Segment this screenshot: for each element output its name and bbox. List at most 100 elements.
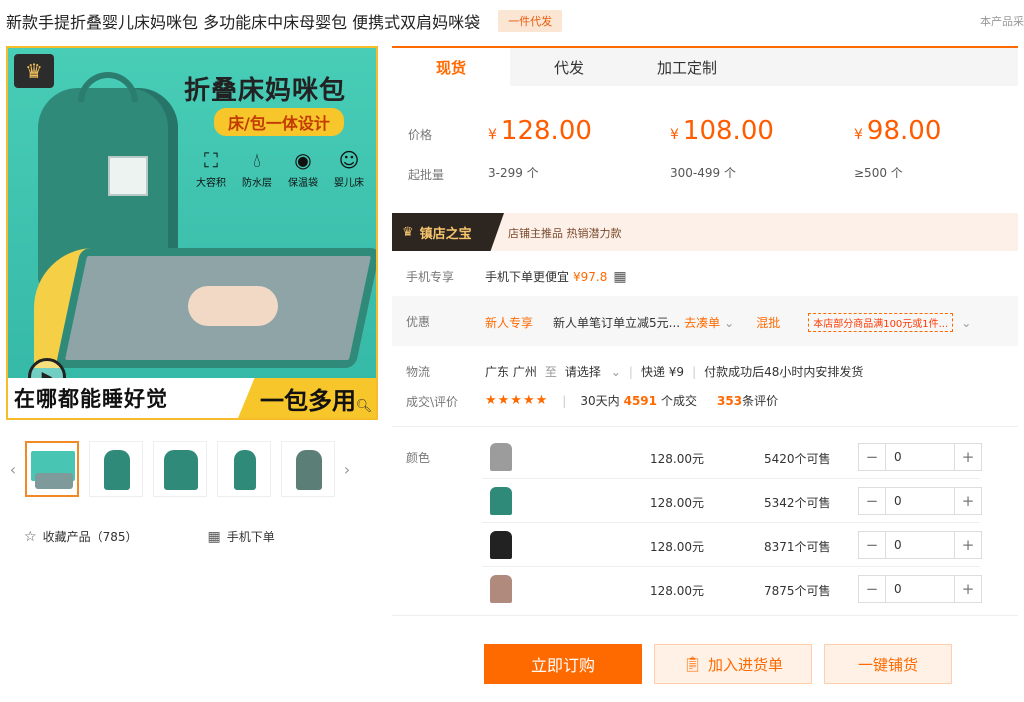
quantity-input[interactable]: 0 — [885, 532, 955, 558]
quantity-stepper: − 0 + — [858, 487, 982, 515]
thumbnail-image — [164, 450, 198, 490]
dropship-badge[interactable]: 一件代发 — [498, 10, 563, 32]
variant-stock: 5420个可售 — [764, 452, 831, 466]
discount-desc: 新人单笔订单立减5元... — [553, 316, 681, 330]
treasure-text: 店铺主推品 热销潜力款 — [508, 227, 622, 240]
variant-stock: 8371个可售 — [764, 540, 831, 554]
bag-icon: ⛶ — [204, 148, 218, 172]
quantity-stepper: − 0 + — [858, 443, 982, 471]
increment-button[interactable]: + — [955, 576, 981, 602]
feature-waterproof: 💧︎ 防水层 — [238, 148, 276, 189]
thumbnail-image — [234, 450, 256, 490]
quantity-input[interactable]: 0 — [885, 488, 955, 514]
baby-illustration — [188, 286, 278, 326]
review-count[interactable]: 353 — [717, 394, 742, 408]
variant-price: 128.00元 — [650, 496, 704, 510]
increment-button[interactable]: + — [955, 488, 981, 514]
tab-custom[interactable]: 加工定制 — [628, 48, 746, 86]
thumbnail-image — [296, 450, 322, 490]
shop-treasure-bar: ♛ 镇店之宝 店铺主推品 热销潜力款 — [392, 213, 1018, 251]
image-banner: 在哪都能睡好觉 一包多用 — [8, 378, 376, 418]
mobile-value: 手机下单更便宜 ¥97.8 ▦ — [485, 268, 627, 285]
origin-text: 广东 广州 — [485, 365, 537, 379]
price-tier-2: ¥108.00 — [670, 116, 774, 146]
variant-price: 128.00元 — [650, 584, 704, 598]
quantity-input[interactable]: 0 — [885, 444, 955, 470]
tab-bar: 现货 代发 加工定制 — [392, 46, 1018, 86]
variant-swatch-teal[interactable] — [490, 487, 512, 515]
thumbnail-5[interactable] — [281, 441, 335, 497]
one-click-distribute-button[interactable]: 一键铺货 — [824, 644, 952, 684]
droplet-icon: 💧︎ — [253, 148, 261, 172]
go-fill-order-link[interactable]: 去凑单 — [684, 314, 720, 331]
reviews-value: ★★★★★ | 30天内 4591 个成交 353 条评价 — [485, 393, 779, 408]
order-now-button[interactable]: 立即订购 — [484, 644, 642, 684]
feature-row: ⛶ 大容积 💧︎ 防水层 ◉ 保温袋 ☺ 婴儿床 — [192, 148, 368, 189]
deal-count[interactable]: 4591 — [624, 394, 657, 408]
chevron-down-icon[interactable]: ⌄ — [724, 316, 734, 330]
discount-row: 优惠 新人专享 新人单笔订单立减5元... 去凑单 ⌄ 混批 本店部分商品满10… — [392, 296, 1018, 346]
variant-swatch-black[interactable] — [490, 531, 512, 559]
variant-row: 128.00元 8371个可售 − 0 + — [482, 523, 982, 567]
logistics-value: 广东 广州 至 请选择 ⌄ | 快递 ¥9 | 付款成功后48小时内安排发货 — [485, 363, 864, 380]
favorite-button[interactable]: ☆ 收藏产品（785） — [24, 528, 137, 545]
variant-price: 128.00元 — [650, 540, 704, 554]
increment-button[interactable]: + — [955, 532, 981, 558]
mobile-exclusive-row: 手机专享 手机下单更便宜 ¥97.8 ▦ — [392, 262, 1018, 290]
qty-tier-2: 300-499 个 — [670, 166, 736, 180]
price-tier-1: ¥128.00 — [488, 116, 592, 146]
reviews-label: 成交\评价 — [406, 395, 459, 409]
thumb-prev-icon[interactable]: ‹ — [6, 460, 20, 479]
express-fee: 快递 ¥9 — [640, 365, 685, 379]
variant-stock: 7875个可售 — [764, 584, 831, 598]
rating-stars-icon: ★★★★★ — [485, 393, 549, 408]
add-to-cart-button[interactable]: 📋︎ 加入进货单 — [654, 644, 812, 684]
qty-tier-3: ≥500 个 — [854, 166, 903, 180]
decrement-button[interactable]: − — [859, 444, 885, 470]
qr-code-icon[interactable]: ▦ — [613, 269, 626, 285]
destination-select[interactable]: 请选择 — [565, 363, 601, 380]
mobile-label: 手机专享 — [406, 270, 455, 284]
ship-time: 付款成功后48小时内安排发货 — [704, 365, 864, 379]
tab-dropship[interactable]: 代发 — [510, 48, 628, 86]
thumbnail-4[interactable] — [217, 441, 271, 497]
price-block: 价格 起批量 ¥128.00 3-299 个 ¥108.00 300-499 个… — [392, 86, 1018, 206]
qr-code-icon: ▦ — [207, 529, 221, 545]
main-product-image[interactable]: ♛ 折叠床妈咪包 床/包一体设计 ⛶ 大容积 💧︎ 防水层 ◉ 保温袋 ☺ 婴儿床 ▶ … — [6, 46, 378, 420]
discount-value: 新人专享 新人单笔订单立减5元... 去凑单 ⌄ 混批 本店部分商品满100元或… — [485, 313, 971, 332]
thumbnail-image — [35, 473, 73, 489]
logistics-row: 物流 广东 广州 至 请选择 ⌄ | 快递 ¥9 | 付款成功后48小时内安排发… — [392, 360, 1018, 382]
variant-swatch-pink[interactable] — [490, 575, 512, 603]
thumbnail-image — [104, 450, 130, 490]
variant-swatch-grey[interactable] — [490, 443, 512, 471]
decrement-button[interactable]: − — [859, 576, 885, 602]
thumbnail-strip: ‹ › — [6, 436, 378, 502]
variant-row: 128.00元 5342个可售 − 0 + — [482, 479, 982, 523]
reviews-row: 成交\评价 ★★★★★ | 30天内 4591 个成交 353 条评价 — [392, 390, 1018, 412]
decrement-button[interactable]: − — [859, 488, 885, 514]
quantity-input[interactable]: 0 — [885, 576, 955, 602]
variant-row: 128.00元 5420个可售 − 0 + — [482, 435, 982, 479]
chevron-down-icon[interactable]: ⌄ — [961, 316, 971, 330]
tab-spacer — [746, 48, 1018, 86]
thumbnail-3[interactable] — [153, 441, 207, 497]
treasure-tag: ♛ 镇店之宝 — [392, 213, 504, 251]
baby-icon: ☺ — [338, 148, 360, 172]
decrement-button[interactable]: − — [859, 532, 885, 558]
tab-in-stock[interactable]: 现货 — [392, 48, 510, 86]
title-note: 本产品采 — [980, 15, 1024, 28]
store-promo-box[interactable]: 本店部分商品满100元或1件... — [808, 313, 954, 332]
increment-button[interactable]: + — [955, 444, 981, 470]
chevron-down-icon[interactable]: ⌄ — [611, 365, 621, 379]
promo-title: 折叠床妈咪包 — [184, 76, 347, 106]
color-label: 颜色 — [406, 451, 431, 465]
thumb-next-icon[interactable]: › — [340, 460, 354, 479]
zoom-icon[interactable]: 🔍︎ — [354, 396, 374, 416]
thumbnail-1[interactable] — [25, 441, 79, 497]
thumbnail-2[interactable] — [89, 441, 143, 497]
banner-left-text: 在哪都能睡好觉 — [14, 387, 168, 411]
mobile-order-button[interactable]: ▦ 手机下单 — [207, 528, 274, 545]
quantity-stepper: − 0 + — [858, 575, 982, 603]
qty-label: 起批量 — [408, 168, 445, 182]
price-label: 价格 — [408, 128, 433, 142]
